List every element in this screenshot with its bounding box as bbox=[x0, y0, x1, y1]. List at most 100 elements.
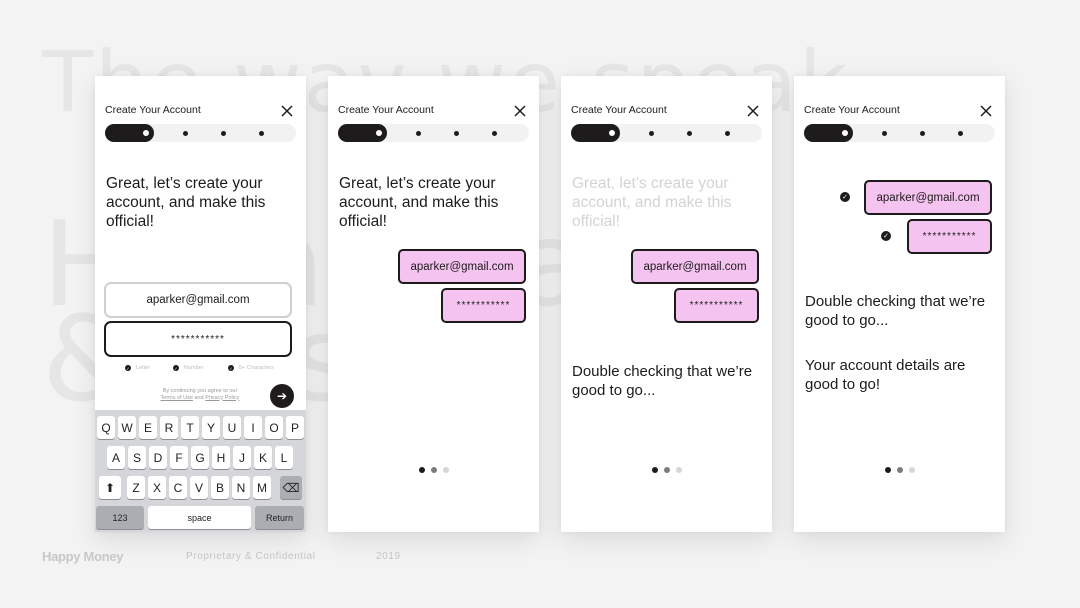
screen-create-account-input: Create Your Account Great, let’s create … bbox=[95, 76, 306, 532]
progress-bar bbox=[338, 124, 529, 142]
terms-text: By continuing you agree to our bbox=[162, 388, 238, 394]
year-label: 2019 bbox=[376, 551, 401, 562]
requirement-number: ✓ Number bbox=[173, 365, 204, 371]
key-c[interactable]: C bbox=[169, 476, 187, 499]
key-m[interactable]: M bbox=[253, 476, 271, 499]
key-i[interactable]: I bbox=[244, 416, 262, 439]
key-u[interactable]: U bbox=[223, 416, 241, 439]
terms-and-text: and bbox=[194, 394, 204, 401]
progress-fill bbox=[571, 124, 620, 142]
page-dot bbox=[908, 467, 915, 473]
header-title: Create Your Account bbox=[338, 104, 434, 116]
key-e[interactable]: E bbox=[139, 416, 157, 439]
key-b[interactable]: B bbox=[211, 476, 229, 499]
password-field[interactable]: *********** bbox=[104, 321, 292, 357]
confirmed-message: Your account details are good to go! bbox=[805, 357, 966, 393]
progress-step-dot bbox=[221, 131, 226, 136]
keyboard-row-2: ASDFGHJKL bbox=[95, 446, 306, 469]
progress-step-dot bbox=[492, 131, 497, 136]
key-r[interactable]: R bbox=[160, 416, 178, 439]
key-t[interactable]: T bbox=[181, 416, 199, 439]
progress-step-dot bbox=[183, 131, 188, 136]
page-dot bbox=[896, 467, 903, 473]
progress-step-dot bbox=[454, 131, 459, 136]
requirement-label: Number bbox=[184, 365, 204, 371]
header-title: Create Your Account bbox=[804, 104, 900, 116]
progress-bar bbox=[571, 124, 762, 142]
screen-confirmed: Create Your Account ✓ aparker@gmail.com … bbox=[794, 76, 1005, 532]
close-icon[interactable] bbox=[746, 104, 760, 118]
keyboard-row-3: ⬆ ⌫ ZXCVBNM bbox=[95, 476, 306, 499]
delete-key[interactable]: ⌫ bbox=[280, 476, 302, 499]
page-indicator bbox=[561, 467, 772, 473]
page-dot-active bbox=[651, 467, 658, 473]
shift-key[interactable]: ⬆ bbox=[99, 476, 121, 499]
progress-step-dot bbox=[416, 131, 421, 136]
screen-checking: Create Your Account Great, let’s create … bbox=[561, 76, 772, 532]
checking-message: Double checking that we’re good to go... bbox=[572, 363, 753, 399]
email-bubble: aparker@gmail.com bbox=[398, 249, 526, 284]
progress-step-dot bbox=[687, 131, 692, 136]
email-bubble: aparker@gmail.com bbox=[864, 180, 992, 215]
key-v[interactable]: V bbox=[190, 476, 208, 499]
requirement-length: ✓ 8+ Characters bbox=[228, 365, 274, 371]
checking-message-faded: Double checking that we’re good to go... bbox=[805, 293, 986, 329]
key-q[interactable]: Q bbox=[97, 416, 115, 439]
brand-logo: Happy Money bbox=[42, 549, 124, 564]
progress-step-dot bbox=[882, 131, 887, 136]
terms-of-use-link[interactable]: Terms of Use bbox=[161, 395, 193, 401]
check-icon: ✓ bbox=[173, 365, 179, 371]
page-indicator bbox=[794, 467, 1005, 473]
page-dot bbox=[663, 467, 670, 473]
keyboard-row-4: 123 space Return bbox=[95, 506, 306, 529]
key-y[interactable]: Y bbox=[202, 416, 220, 439]
privacy-policy-link[interactable]: Privacy Policy bbox=[205, 395, 239, 401]
return-key[interactable]: Return bbox=[255, 506, 304, 529]
close-icon[interactable] bbox=[513, 104, 527, 118]
keyboard-row-1: QWERTYUIOP bbox=[95, 416, 306, 439]
key-l[interactable]: L bbox=[275, 446, 293, 469]
key-h[interactable]: H bbox=[212, 446, 230, 469]
confidential-label: Proprietary & Confidential bbox=[186, 551, 316, 562]
page-dot bbox=[430, 467, 437, 473]
close-icon[interactable] bbox=[979, 104, 993, 118]
key-z[interactable]: Z bbox=[127, 476, 145, 499]
page-dot-active bbox=[884, 467, 891, 473]
progress-step-dot bbox=[259, 131, 264, 136]
numbers-key[interactable]: 123 bbox=[96, 506, 144, 529]
requirement-label: Letter bbox=[136, 365, 151, 371]
requirement-label: 8+ Characters bbox=[239, 365, 274, 371]
page-dot-active bbox=[418, 467, 425, 473]
progress-fill bbox=[804, 124, 853, 142]
key-n[interactable]: N bbox=[232, 476, 250, 499]
key-x[interactable]: X bbox=[148, 476, 166, 499]
key-w[interactable]: W bbox=[118, 416, 136, 439]
key-g[interactable]: G bbox=[191, 446, 209, 469]
close-icon[interactable] bbox=[280, 104, 294, 118]
key-s[interactable]: S bbox=[128, 446, 146, 469]
progress-step-dot bbox=[725, 131, 730, 136]
terms-notice: By continuing you agree to our Terms of … bbox=[150, 388, 250, 401]
key-j[interactable]: J bbox=[233, 446, 251, 469]
password-bubble: *********** bbox=[907, 219, 992, 254]
screen-create-account-submitted: Create Your Account Great, let’s create … bbox=[328, 76, 539, 532]
progress-step-dot bbox=[958, 131, 963, 136]
key-f[interactable]: F bbox=[170, 446, 188, 469]
greeting-headline-faded: Great, let’s create your account, and ma… bbox=[572, 175, 732, 230]
email-field[interactable]: aparker@gmail.com bbox=[104, 282, 292, 318]
check-icon: ✓ bbox=[228, 365, 234, 371]
key-o[interactable]: O bbox=[265, 416, 283, 439]
next-button[interactable]: ➔ bbox=[270, 384, 294, 408]
email-bubble: aparker@gmail.com bbox=[631, 249, 759, 284]
key-p[interactable]: P bbox=[286, 416, 304, 439]
header-title: Create Your Account bbox=[105, 104, 201, 116]
space-key[interactable]: space bbox=[148, 506, 251, 529]
key-k[interactable]: K bbox=[254, 446, 272, 469]
page-dot bbox=[442, 467, 449, 473]
key-a[interactable]: A bbox=[107, 446, 125, 469]
key-d[interactable]: D bbox=[149, 446, 167, 469]
requirement-letter: ✓ Letter bbox=[125, 365, 150, 371]
progress-step-dot bbox=[649, 131, 654, 136]
page-dot bbox=[675, 467, 682, 473]
progress-bar bbox=[804, 124, 995, 142]
